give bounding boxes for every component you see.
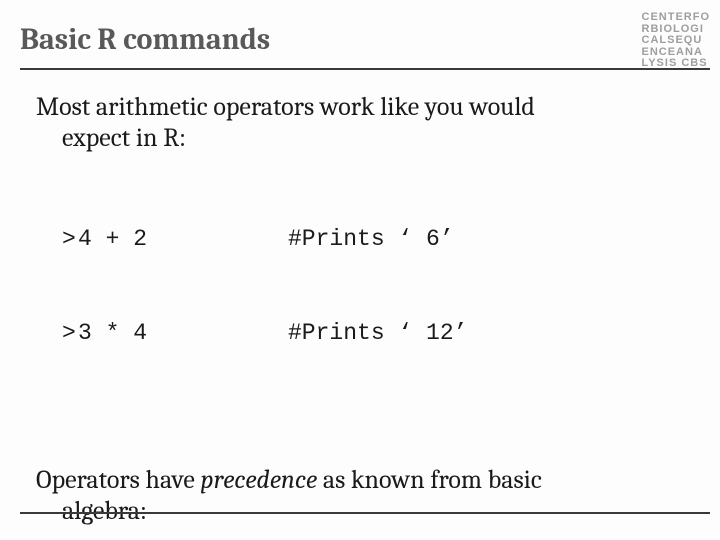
divider-top — [20, 68, 710, 70]
paragraph-precedence: Operators have precedence as known from … — [36, 465, 696, 527]
text-line: expect in R: — [36, 123, 696, 154]
logo-line: RBIOLOGI — [642, 23, 704, 35]
text-emphasis: precedence — [201, 465, 318, 495]
org-logo-text: CENTERFO RBIOLOGI CALSEQU ENCEANA LYSIS … — [642, 12, 711, 70]
slide: CENTERFO RBIOLOGI CALSEQU ENCEANA LYSIS … — [0, 0, 720, 540]
text-run: as known from basic — [317, 465, 542, 495]
code-block-precedence: > 1 + 2 * 4 #Prints ‘ 9’, while > (1 + 2… — [62, 535, 696, 540]
text-line: Operators have precedence as known from … — [36, 465, 542, 495]
body: Most arithmetic operators work like you … — [36, 92, 696, 540]
prompt: > — [62, 224, 78, 255]
code-command: 3 * 4 — [78, 318, 288, 349]
logo-line: CENTERFO — [642, 11, 711, 23]
code-comment: #Prints ‘ 6’ — [288, 224, 696, 255]
code-block-arithmetic: > 4 + 2 #Prints ‘ 6’ > 3 * 4 #Prints ‘ 1… — [62, 162, 696, 410]
logo-line: CALSEQU — [642, 34, 703, 46]
spacer — [36, 439, 696, 465]
paragraph-arithmetic: Most arithmetic operators work like you … — [36, 92, 696, 154]
code-line: > 3 * 4 #Prints ‘ 12’ — [62, 318, 696, 349]
logo-line: ENCEANA — [642, 46, 703, 58]
prompt: > — [62, 318, 78, 349]
text-line: Most arithmetic operators work like you … — [36, 92, 535, 122]
code-command: 4 + 2 — [78, 224, 288, 255]
text-run: Operators have — [36, 465, 201, 495]
divider-bottom — [20, 512, 710, 514]
code-comment: #Prints ‘ 12’ — [288, 318, 696, 349]
code-line: > 4 + 2 #Prints ‘ 6’ — [62, 224, 696, 255]
page-title: Basic R commands — [20, 22, 270, 57]
